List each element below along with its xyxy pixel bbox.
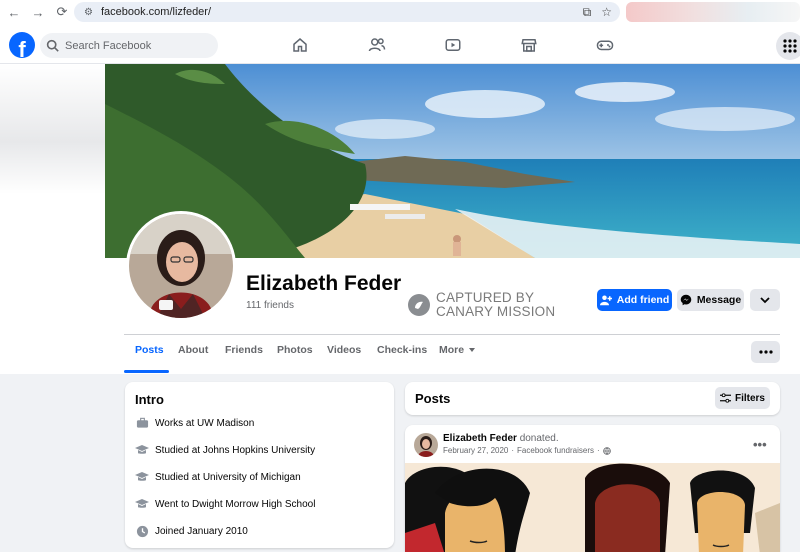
browser-toolbar: ← → ⟳ ⚙ facebook.com/lizfeder/ ⧉ ☆ [0,0,800,24]
page-gutter [0,64,105,194]
logo-letter: f [18,37,26,59]
meta-separator: · [596,446,600,455]
tab-more-label: More [439,344,465,356]
marketplace-icon[interactable] [518,34,540,56]
profile-picture[interactable] [126,211,236,321]
intro-item-text: Joined January 2010 [155,525,248,537]
intro-item-education: Studied at Johns Hopkins University [135,443,315,457]
intro-title: Intro [135,392,164,407]
tab-friends[interactable]: Friends [225,344,263,356]
watermark-stamp: CAPTURED BY CANARY MISSION [408,291,555,319]
filters-label: Filters [734,392,765,404]
post-card: Elizabeth Feder donated. February 27, 20… [405,425,780,552]
tab-photos[interactable]: Photos [277,344,313,356]
post-author-avatar[interactable] [414,433,438,457]
search-icon [46,39,59,52]
post-date[interactable]: February 27, 2020 [443,446,508,455]
message-label: Message [696,294,742,306]
post-action: donated. [519,433,559,444]
intro-item-text: Works at UW Madison [155,417,255,429]
add-person-icon [599,295,612,306]
tab-about[interactable]: About [178,344,208,356]
tab-posts[interactable]: Posts [135,344,164,356]
intro-item-education: Studied at University of Michigan [135,470,301,484]
briefcase-icon [135,416,149,430]
menu-grid-icon[interactable] [776,32,800,60]
address-bar[interactable]: ⚙ facebook.com/lizfeder/ ⧉ ☆ [74,2,620,22]
canary-logo-icon [408,294,430,316]
search-input[interactable]: Search Facebook [40,33,218,58]
friends-icon[interactable] [366,34,388,56]
home-icon[interactable] [289,34,311,56]
facebook-logo-icon[interactable]: f [9,32,35,58]
more-options-button[interactable] [751,341,780,363]
add-friend-button[interactable]: Add friend [597,289,672,311]
tab-divider [124,334,780,335]
graduation-cap-icon [135,470,149,484]
gaming-icon[interactable] [594,34,616,56]
search-placeholder: Search Facebook [65,39,152,52]
profile-options-button[interactable] [750,289,780,311]
caret-down-icon [469,348,476,352]
intro-item-text: Studied at University of Michigan [155,471,301,483]
message-button[interactable]: Message [677,289,744,311]
clock-icon [135,524,149,538]
intro-item-joined: Joined January 2010 [135,524,248,538]
video-icon[interactable] [442,34,464,56]
posts-header-card: Posts Filters [405,382,780,415]
post-source[interactable]: Facebook fundraisers [517,446,594,455]
tab-more[interactable]: More [439,344,476,356]
post-author-name[interactable]: Elizabeth Feder [443,433,517,444]
intro-item-text: Went to Dwight Morrow High School [155,498,316,510]
post-meta: February 27, 2020 · Facebook fundraisers… [443,446,611,455]
back-arrow-icon[interactable]: ← [2,0,26,24]
add-friend-label: Add friend [616,294,670,306]
blurred-extension-area [626,2,800,22]
stamp-line-1: CAPTURED BY [436,290,535,305]
forward-arrow-icon[interactable]: → [26,0,50,24]
site-info-icon[interactable]: ⚙ [84,7,93,18]
url-text: facebook.com/lizfeder/ [100,6,212,18]
intro-item-text: Studied at Johns Hopkins University [155,444,316,456]
meta-separator: · [511,446,515,455]
post-options-icon[interactable]: ••• [753,437,767,452]
posts-title: Posts [415,391,451,406]
active-tab-indicator [124,370,169,373]
intro-item-education: Went to Dwight Morrow High School [135,497,315,511]
tab-check-ins[interactable]: Check-ins [377,344,427,356]
fundraiser-image[interactable] [405,463,780,552]
sliders-icon [719,393,731,403]
globe-icon [602,446,611,455]
post-header: Elizabeth Feder donated. [443,433,559,444]
profile-name: Elizabeth Feder [246,272,402,295]
bookmark-star-icon[interactable]: ☆ [601,5,612,19]
graduation-cap-icon [135,497,149,511]
intro-card: Intro Works at UW Madison Studied at Joh… [125,382,394,548]
messenger-icon [680,294,692,306]
install-app-icon[interactable]: ⧉ [583,5,592,20]
friends-count[interactable]: 111 friends [246,300,294,311]
tab-videos[interactable]: Videos [327,344,361,356]
reload-icon[interactable]: ⟳ [50,0,74,24]
chevron-down-icon [760,297,770,304]
filters-button[interactable]: Filters [715,387,770,409]
intro-item-work: Works at UW Madison [135,416,254,430]
stamp-line-2: CANARY MISSION [436,304,556,319]
facebook-header: f Search Facebook [0,24,800,64]
ellipsis-icon [758,350,773,354]
graduation-cap-icon [135,443,149,457]
